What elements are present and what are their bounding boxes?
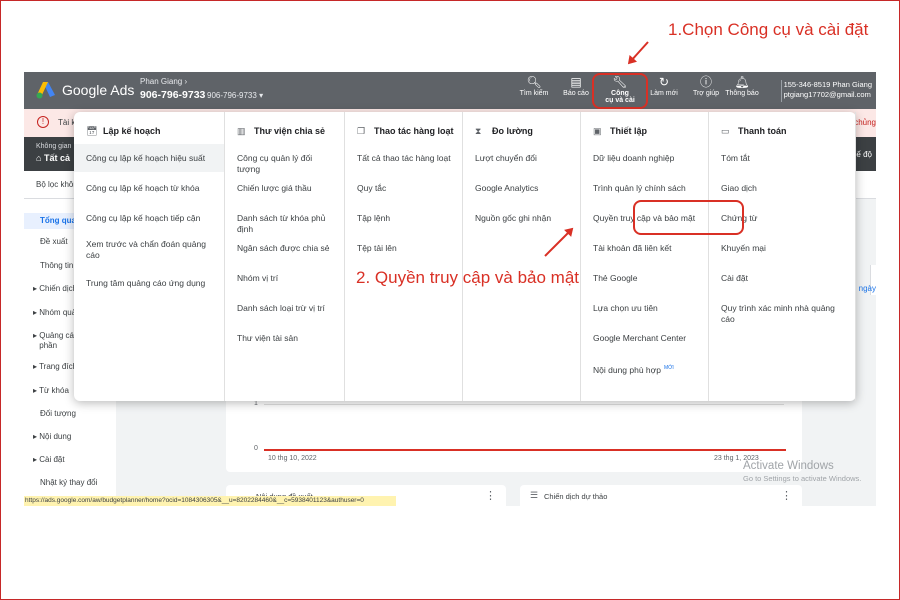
series-line: [264, 449, 786, 451]
menu-item-ad-preview[interactable]: Xem trước và chẩn đoán quảng cáo: [74, 239, 224, 261]
menu-column-measurement: ⧗ Đo lường Lượt chuyển đổi Google Analyti…: [463, 112, 581, 401]
new-badge: MỚI: [663, 365, 674, 371]
y-tick-top: 1: [254, 400, 258, 407]
menu-item-placement-exclusions[interactable]: Danh sách loại trừ vị trí: [225, 303, 344, 314]
menu-item-policy-manager[interactable]: Trình quản lý chính sách: [581, 183, 708, 194]
sidebar-item-change-history[interactable]: Nhật ký thay đổi: [24, 478, 116, 488]
tools-highlight-box: [592, 73, 648, 109]
x-tick-start: 10 thg 10, 2022: [268, 455, 317, 462]
setup-icon: ▣: [593, 126, 602, 136]
browser-status-url: https://ads.google.com/aw/budgetplanner/…: [24, 496, 396, 506]
menu-item-google-tag[interactable]: Thẻ Google: [581, 273, 708, 284]
menu-item-uploads[interactable]: Tệp tải lên: [345, 243, 462, 254]
menu-column-shared-library: ▥ Thư viện chia sẻ Công cụ quản lý đối tư…: [225, 112, 345, 401]
google-ads-logo: [36, 82, 55, 99]
menu-item-audience-manager[interactable]: Công cụ quản lý đối tượng: [225, 153, 344, 175]
menu-item-billing-settings[interactable]: Cài đặt: [709, 273, 855, 284]
menu-column-billing: ▭ Thanh toán Tóm tắt Giao dịch Chứng từ K…: [709, 112, 856, 401]
menu-item-scripts[interactable]: Tập lệnh: [345, 213, 462, 224]
copy-icon: ❐: [357, 126, 366, 136]
bell-icon: 🔔︎: [734, 75, 750, 89]
menu-item-app-advertising-hub[interactable]: Trung tâm quảng cáo ứng dụng: [74, 278, 224, 289]
search-button[interactable]: 🔍︎ Tìm kiếm: [512, 75, 556, 107]
chevron-right-icon: ›: [184, 77, 188, 86]
access-security-highlight-box: [633, 200, 744, 235]
caret-down-icon: ▾: [259, 91, 264, 100]
menu-item-conversions[interactable]: Lượt chuyển đổi: [463, 153, 580, 164]
menu-item-all-bulk-actions[interactable]: Tất cả thao tác hàng loạt: [345, 153, 462, 164]
menu-column-bulk-actions: ❐ Thao tác hàng loạt Tất cả thao tác hàng…: [345, 112, 463, 401]
calendar-icon: 📅︎: [86, 126, 98, 136]
more-options-icon[interactable]: ⋮: [485, 489, 496, 502]
expand-arrow-icon: ▸: [33, 455, 38, 464]
y-tick-bottom: 0: [254, 445, 258, 452]
filter-list-icon: ☰: [530, 490, 539, 500]
expand-arrow-icon: ▸: [33, 308, 38, 317]
refresh-icon: ↻: [658, 75, 670, 89]
gridline: [264, 404, 784, 405]
menu-item-location-groups[interactable]: Nhóm vị trí: [225, 273, 344, 284]
notifications-button[interactable]: 🔔︎ Thông báo: [720, 75, 764, 109]
alert-icon: !: [37, 116, 49, 128]
sidebar-item-content[interactable]: ▸ Nội dung: [24, 432, 116, 442]
menu-item-content-suitability[interactable]: Nội dung phù hợp MỚI: [581, 363, 708, 376]
hourglass-icon: ⧗: [475, 126, 482, 136]
refresh-button[interactable]: ↻ Làm mới: [642, 75, 686, 107]
topbar-divider: [781, 80, 782, 102]
annotation-arrow-1: [628, 41, 649, 64]
expand-arrow-icon: ▸: [33, 432, 38, 441]
menu-item-keyword-planner[interactable]: Công cụ lập kế hoạch từ khóa: [74, 183, 224, 194]
annotation-step1: 1.Chọn Công cụ và cài đặt: [668, 20, 869, 39]
google-ads-screenshot: Google Ads Phan Giang › 906-796-9733 906…: [24, 72, 876, 506]
tools-settings-menu: 📅︎ Lập kế hoạch Công cụ lập kế hoạch hiệu…: [74, 112, 856, 401]
menu-item-preferences[interactable]: Lựa chọn ưu tiên: [581, 303, 708, 314]
home-icon: ⌂: [36, 153, 42, 163]
draft-campaigns-card: ☰ Chiến dịch dự thảo ⋮: [520, 485, 802, 506]
sidebar-item-audiences[interactable]: Đối tượng: [24, 409, 116, 419]
menu-item-shared-budgets[interactable]: Ngân sách được chia sẻ: [225, 243, 344, 254]
card-icon: ▭: [721, 126, 730, 136]
sidebar-item-settings[interactable]: ▸ Cài đặt: [24, 455, 116, 465]
expand-arrow-icon: ▸: [33, 362, 38, 371]
menu-item-negative-keyword-lists[interactable]: Danh sách từ khóa phủ định: [225, 213, 344, 235]
account-switcher[interactable]: 906-796-9733 ▾: [207, 91, 263, 100]
performance-chart-card: 1 0 10 thg 10, 2022 23 thg 1, 2023: [226, 392, 802, 472]
menu-item-promotions[interactable]: Khuyến mại: [709, 243, 855, 254]
workspace-selector[interactable]: ⌂ Tất cả: [36, 153, 70, 163]
expand-arrow-icon: ▸: [33, 331, 38, 340]
windows-activation-watermark: Activate Windows Go to Settings to activ…: [743, 460, 862, 483]
account-name[interactable]: Phan Giang ›: [140, 77, 187, 86]
brand-name: Google Ads: [62, 82, 135, 98]
menu-item-linked-accounts[interactable]: Tài khoản đã liên kết: [581, 243, 708, 254]
annotation-step2: 2. Quyền truy cập và bảo mật: [356, 268, 580, 287]
account-id[interactable]: 906-796-9733: [140, 89, 205, 101]
search-icon: 🔍︎: [526, 75, 542, 89]
menu-column-planning: 📅︎ Lập kế hoạch Công cụ lập kế hoạch hiệu…: [74, 112, 225, 401]
menu-item-summary[interactable]: Tóm tắt: [709, 153, 855, 164]
menu-item-reach-planner[interactable]: Công cụ lập kế hoạch tiếp cận: [74, 213, 224, 224]
menu-item-attribution[interactable]: Nguồn gốc ghi nhận: [463, 213, 580, 224]
menu-item-transactions[interactable]: Giao dịch: [709, 183, 855, 194]
menu-column-setup: ▣ Thiết lập Dữ liệu doanh nghiệp Trình qu…: [581, 112, 709, 401]
user-account[interactable]: 155-346-8519 Phan Giang ptgiang17702@gma…: [784, 80, 872, 100]
menu-item-asset-library[interactable]: Thư viện tài sản: [225, 333, 344, 344]
library-icon: ▥: [237, 126, 246, 136]
menu-item-business-data[interactable]: Dữ liệu doanh nghiệp: [581, 153, 708, 164]
menu-item-rules[interactable]: Quy tắc: [345, 183, 462, 194]
menu-item-advertiser-verification[interactable]: Quy trình xác minh nhà quảng cáo: [709, 303, 855, 325]
date-range-link[interactable]: ngày: [859, 284, 876, 293]
top-bar: Google Ads Phan Giang › 906-796-9733 906…: [24, 72, 876, 109]
menu-item-performance-planner[interactable]: Công cụ lập kế hoạch hiệu suất: [74, 144, 224, 172]
expand-arrow-icon: ▸: [33, 386, 38, 395]
menu-item-bid-strategies[interactable]: Chiến lược giá thầu: [225, 183, 344, 194]
menu-item-google-analytics[interactable]: Google Analytics: [463, 183, 580, 194]
menu-item-google-merchant-center[interactable]: Google Merchant Center: [581, 333, 708, 344]
more-options-icon[interactable]: ⋮: [781, 489, 792, 502]
expand-arrow-icon: ▸: [33, 284, 38, 293]
